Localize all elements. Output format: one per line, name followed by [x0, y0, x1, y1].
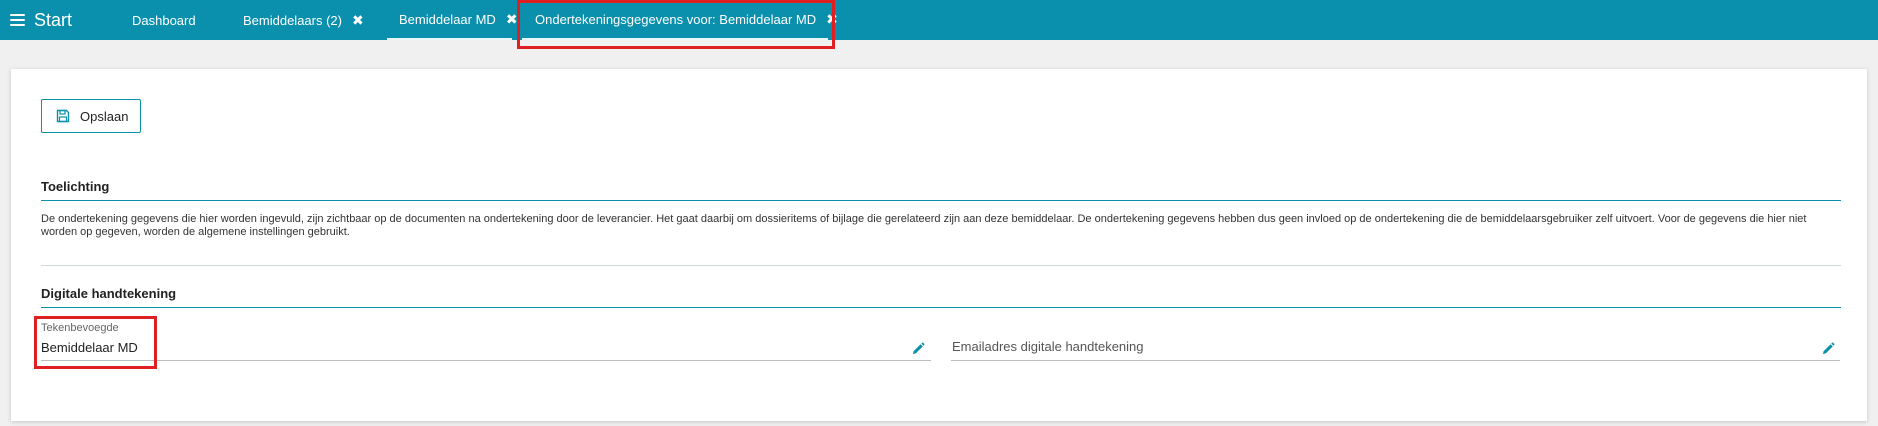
tab-label: Dashboard: [132, 12, 196, 28]
floppy-disk-icon: [56, 109, 70, 123]
tekenbevoegde-field-underline: [41, 360, 931, 361]
section-title-toelichting: Toelichting: [41, 179, 110, 194]
top-nav-bar: Start Dashboard Bemiddelaars (2) ✖ Bemid…: [0, 0, 1878, 40]
pencil-icon[interactable]: [1821, 342, 1835, 356]
content-card: [11, 69, 1867, 421]
close-icon[interactable]: ✖: [826, 12, 838, 26]
tab-ondertekeningsgegevens[interactable]: Ondertekeningsgegevens voor: Bemiddelaar…: [522, 0, 838, 40]
tekenbevoegde-label: Tekenbevoegde: [41, 322, 119, 334]
section-divider: [41, 265, 1841, 266]
section-divider: [41, 307, 1841, 308]
toelichting-text: De ondertekening gegevens die hier worde…: [41, 213, 1807, 238]
section-divider: [41, 200, 1841, 201]
tab-label: Bemiddelaars (2): [243, 12, 342, 28]
close-icon[interactable]: ✖: [352, 13, 364, 27]
start-menu-button[interactable]: Start: [10, 9, 72, 31]
tab-dashboard[interactable]: Dashboard: [132, 0, 196, 40]
save-button[interactable]: Opslaan: [41, 99, 141, 133]
close-icon[interactable]: ✖: [506, 12, 518, 26]
tab-bemiddelaar-md[interactable]: Bemiddelaar MD ✖: [387, 0, 518, 40]
start-label: Start: [34, 9, 73, 30]
hamburger-icon: [10, 13, 25, 27]
section-title-digitale-handtekening: Digitale handtekening: [41, 286, 177, 301]
tab-bemiddelaars[interactable]: Bemiddelaars (2) ✖: [243, 0, 364, 40]
tab-label: Bemiddelaar MD: [399, 11, 496, 27]
pencil-icon[interactable]: [911, 342, 925, 356]
tekenbevoegde-value[interactable]: Bemiddelaar MD: [41, 340, 138, 355]
email-field-underline: [951, 360, 1840, 361]
tab-label: Ondertekeningsgegevens voor: Bemiddelaar…: [535, 11, 817, 27]
email-digitale-handtekening-field[interactable]: Emailadres digitale handtekening: [952, 339, 1144, 354]
save-button-label: Opslaan: [80, 108, 129, 124]
